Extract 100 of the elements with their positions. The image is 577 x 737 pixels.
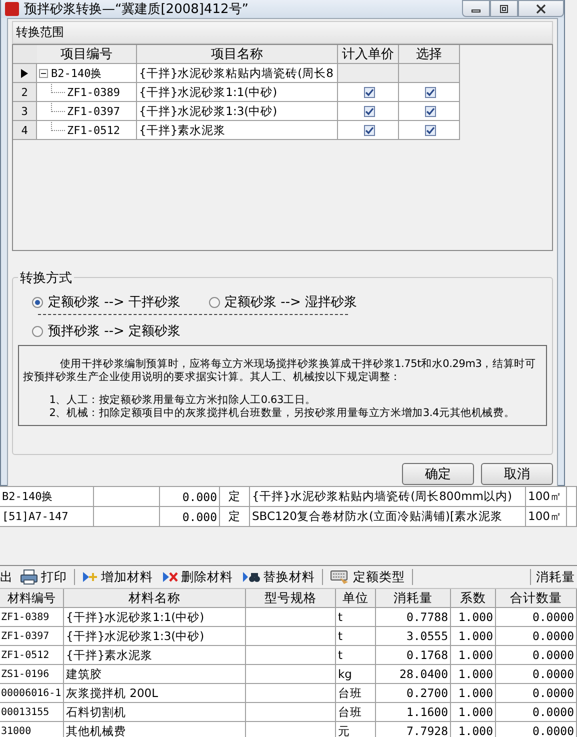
checkbox[interactable] [364,106,374,116]
table-cell: {干拌}素水泥浆 [64,646,246,665]
keyboard-icon [330,569,350,585]
column-header: 项目编号 [37,45,137,64]
table-cell: 其他机械费 [64,722,246,737]
column-header: 项目名称 [137,45,338,64]
group-title: 转换范围 [12,21,553,44]
row-number: 3 [13,102,37,121]
table-cell: 0.000 [160,507,220,527]
checkbox[interactable] [364,124,374,136]
table-cell: 1.1600 [376,703,451,722]
group-title: 转换方式 [18,269,74,287]
toolbar-button[interactable]: 出 [0,568,13,586]
table-cell: {干拌}水泥砂浆1:1(中砂) [137,83,338,102]
table-cell: 定 [220,507,250,527]
table-cell: ZF1-0512 [0,646,64,665]
radio-option[interactable]: 定额砂浆 --> 湿拌砂浆 [208,293,358,311]
table-cell: 定 [220,487,250,507]
table-cell: 元 [336,722,376,737]
checkbox[interactable] [424,86,436,98]
table-cell: ZF1-0389 [0,608,64,627]
toolbar-button[interactable]: 增加材料 [80,568,155,586]
table-cell: 1.000 [451,703,496,722]
table-cell: kg [336,665,376,684]
column-header: 计入单价 [338,45,399,64]
table-cell: ZF1-0397 [0,627,64,646]
window-title: 预拌砂浆转换—“冀建质[2008]412号” [24,1,250,18]
table-cell: 0.0000 [496,703,577,722]
table-cell: 00006016-1 [0,684,64,703]
column-header: 系数 [451,589,496,608]
row-number: 4 [13,121,37,140]
table-cell: t [336,608,376,627]
close-button[interactable] [518,0,564,17]
table-cell: 1.000 [451,665,496,684]
app-logo-icon [5,2,19,16]
table-cell: {干拌}素水泥浆 [137,121,338,140]
table-cell: 3.0555 [376,627,451,646]
table-cell: t [336,627,376,646]
radio-option[interactable]: 定额砂浆 --> 干拌砂浆 [32,293,181,311]
table-cell: 00013155 [0,703,64,722]
note-paragraph: 使用干拌砂浆编制预算时，应将每立方米现场搅拌砂浆换算成干拌砂浆1.75t和水0.29m3，结算时可按预拌砂浆生产企业使用说明的要求据实计算。其人工、机械按以下规定调整： [23,358,537,384]
table-cell: 1.000 [451,608,496,627]
table-cell: 石料切割机 [64,703,246,722]
column-header: 材料名称 [64,589,246,608]
add-icon [82,570,98,584]
table-cell: 0.0000 [496,722,577,737]
table-cell: 0.0000 [496,646,577,665]
table-cell: 1.000 [451,627,496,646]
table-cell: 1.000 [451,684,496,703]
radio-option[interactable]: 预拌砂浆 --> 定额砂浆 [32,322,181,340]
table-cell: 0.000 [160,487,220,507]
delete-icon [162,570,178,584]
table-cell: 0.0000 [496,608,577,627]
table-cell: 灰浆搅拌机 200L [64,684,246,703]
checkbox[interactable] [364,86,374,98]
table-cell: 0.0000 [496,665,577,684]
maximize-button[interactable] [490,0,518,17]
table-cell: 1.000 [451,722,496,737]
column-header: 消耗量 [536,568,576,586]
table-cell: 100㎡ [526,507,567,527]
table-cell: 1.000 [451,646,496,665]
table-cell: 台班 [336,703,376,722]
table-cell: t [336,646,376,665]
note-item: 1、人工：按定额砂浆用量每立方米扣除人工0.63工日。 [48,394,317,407]
column-header: 型号规格 [246,589,336,608]
collapse-toggle[interactable] [39,68,48,78]
table-cell: 0.1768 [376,646,451,665]
table-cell: [51]A7-147 [0,507,94,527]
table-cell: {干拌}水泥砂浆1:3(中砂) [64,627,246,646]
current-row-icon [21,68,28,78]
table-cell: 台班 [336,684,376,703]
checkbox[interactable] [424,124,436,136]
table-cell: 0.0000 [496,684,577,703]
table-cell: 0.0000 [496,627,577,646]
toolbar-button[interactable]: 打印 [18,568,69,586]
minimize-button[interactable] [462,0,490,17]
note-item: 2、机械：扣除定额项目中的灰浆搅拌机台班数量，另按砂浆用量每立方米增加3.4元其他机械费。 [48,407,516,420]
table-cell: {干拌}水泥砂浆1:3(中砂) [137,102,338,121]
printer-icon [20,569,38,585]
checkbox[interactable] [424,106,436,116]
toolbar-button[interactable]: 替换材料 [240,568,317,586]
table-cell: 0.7788 [376,608,451,627]
maximize-icon [499,4,509,14]
table-cell: ZS1-0196 [0,665,64,684]
column-header: 选择 [399,45,460,64]
table-cell: 31000 [0,722,64,737]
table-cell: 建筑胶 [64,665,246,684]
table-cell: {干拌}水泥砂浆1:1(中砂) [64,608,246,627]
ok-button[interactable]: 确定 [402,463,474,485]
table-cell: {干拌}水泥砂浆粘贴内墙瓷砖(周长8 [137,64,338,83]
row-number: 2 [13,83,37,102]
cancel-button[interactable]: 取消 [481,463,553,485]
table-cell: {干拌}水泥砂浆粘贴内墙瓷砖(周长800mm以内) [250,487,526,507]
table-cell: 7.7928 [376,722,451,737]
table-cell: B2-140换 [0,487,94,507]
toolbar-button[interactable]: 定额类型 [328,568,407,586]
binoculars-icon [242,570,260,584]
toolbar-button[interactable]: 删除材料 [160,568,235,586]
close-icon [535,4,547,14]
column-header: 材料编号 [0,589,64,608]
